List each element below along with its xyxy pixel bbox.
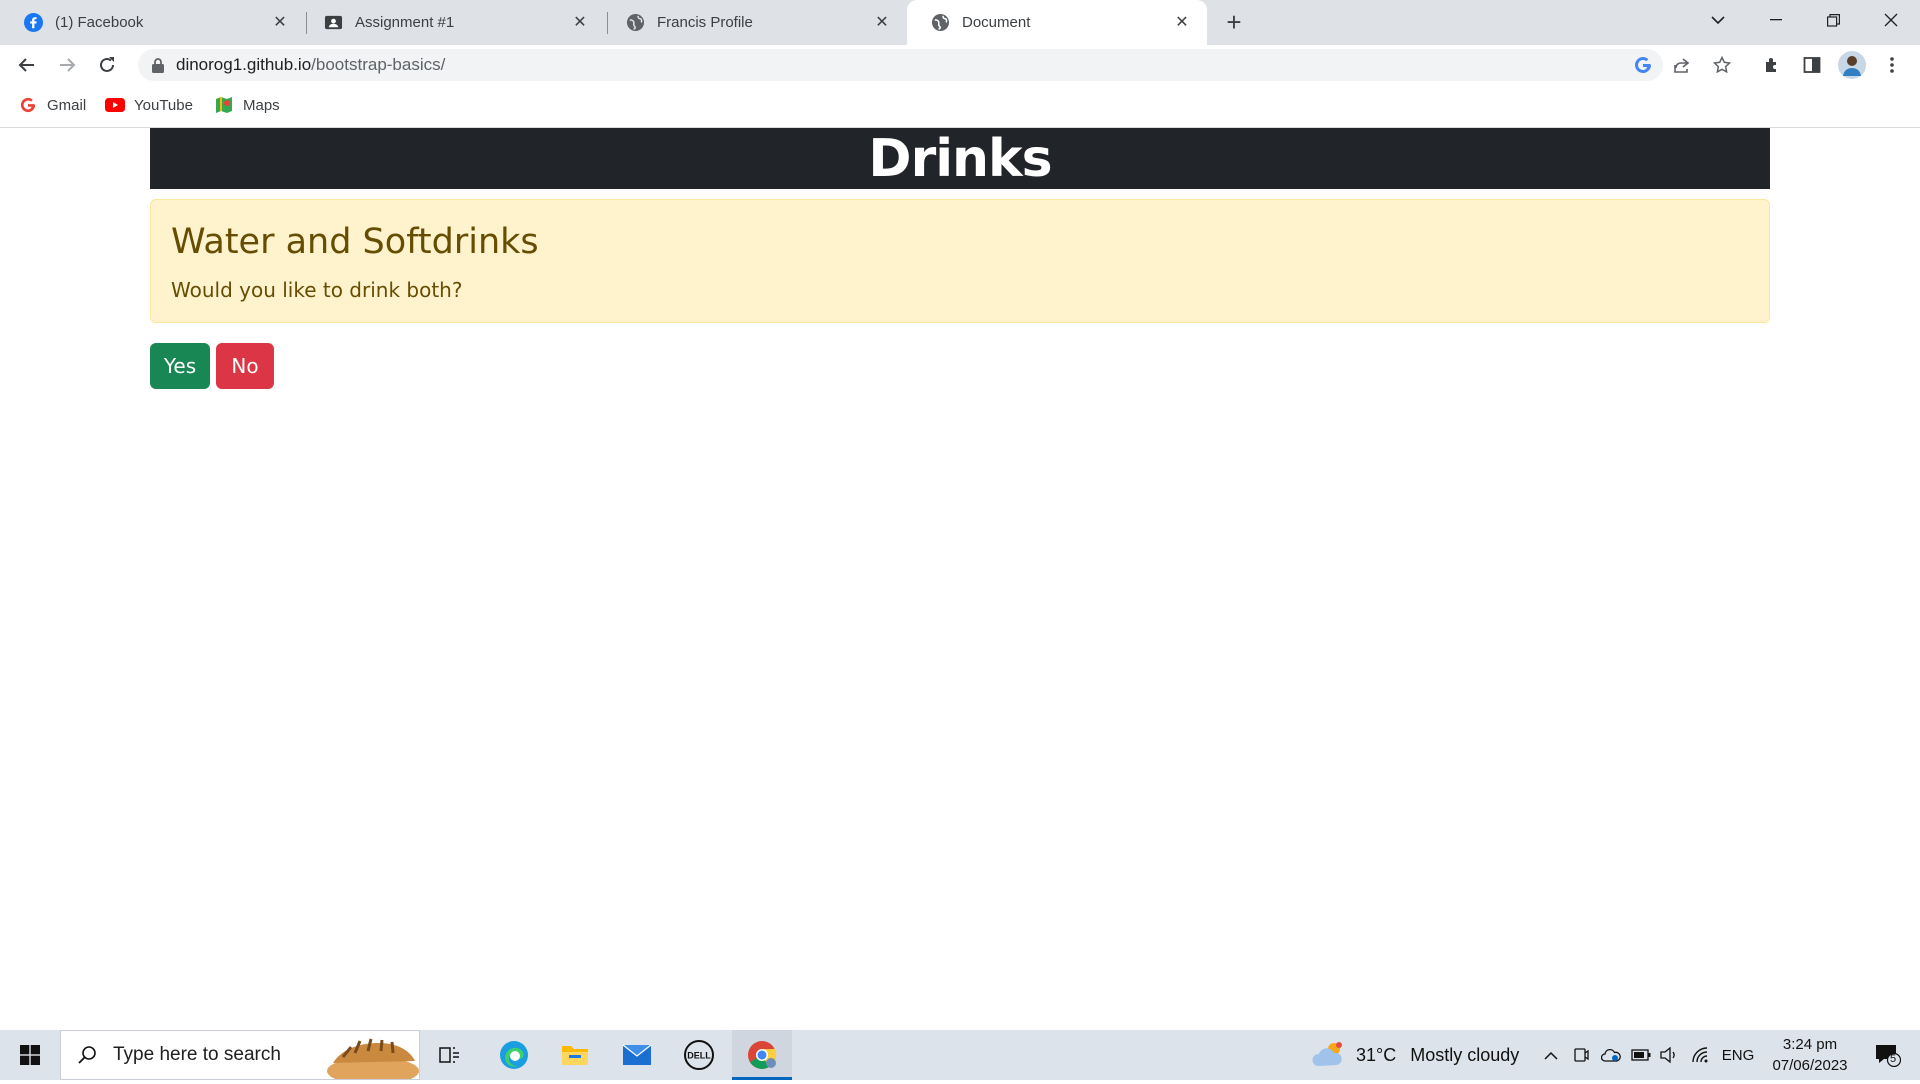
bookmark-label: YouTube xyxy=(134,96,193,114)
clock-date: 07/06/2023 xyxy=(1772,1057,1848,1074)
notification-center-button[interactable]: 5 xyxy=(1864,1030,1912,1080)
side-panel-icon[interactable] xyxy=(1796,49,1828,81)
tab-title: Francis Profile xyxy=(657,14,753,31)
file-explorer-icon[interactable] xyxy=(554,1030,596,1080)
menu-kebab-icon[interactable] xyxy=(1876,49,1908,81)
meet-now-icon[interactable] xyxy=(1568,1030,1594,1080)
bookmark-label: Gmail xyxy=(47,96,87,114)
bookmark-gmail[interactable]: Gmail xyxy=(18,95,86,115)
lock-icon[interactable] xyxy=(152,57,164,73)
page-header: Drinks xyxy=(150,128,1770,189)
profile-avatar[interactable] xyxy=(1836,49,1868,81)
restore-button[interactable] xyxy=(1810,0,1856,40)
facebook-icon xyxy=(24,13,43,32)
globe-icon xyxy=(931,13,950,32)
tab-assignment[interactable]: Assignment #1 ✕ xyxy=(300,0,605,45)
cloudy-weather-icon xyxy=(1312,1040,1346,1070)
weather-description: Mostly cloudy xyxy=(1410,1044,1520,1065)
close-icon[interactable]: ✕ xyxy=(569,11,591,33)
tab-document[interactable]: Document ✕ xyxy=(907,0,1207,45)
dell-icon[interactable]: DELL xyxy=(678,1030,720,1080)
tab-title: Document xyxy=(962,14,1031,31)
weather-widget[interactable]: 31°C Mostly cloudy xyxy=(1312,1030,1519,1080)
tab-title: Assignment #1 xyxy=(355,14,455,31)
bookmark-label: Maps xyxy=(243,96,280,114)
svg-text:DELL: DELL xyxy=(687,1051,711,1061)
page-title: Drinks xyxy=(868,128,1052,189)
forward-button[interactable] xyxy=(51,49,83,81)
onedrive-icon[interactable] xyxy=(1598,1030,1624,1080)
bookmark-youtube[interactable]: YouTube xyxy=(105,95,193,115)
reload-button[interactable] xyxy=(91,49,123,81)
extensions-icon[interactable] xyxy=(1756,49,1788,81)
clock-time: 3:24 pm xyxy=(1782,1036,1838,1053)
alert-text: Would you like to drink both? xyxy=(171,278,463,302)
taskbar-search-box[interactable]: Type here to search xyxy=(60,1030,420,1084)
no-button[interactable]: No xyxy=(216,343,274,389)
new-tab-button[interactable]: + xyxy=(1220,8,1248,36)
edge-icon[interactable] xyxy=(493,1030,535,1080)
maps-icon xyxy=(214,95,234,115)
yes-button[interactable]: Yes xyxy=(150,343,210,389)
notification-count: 5 xyxy=(1890,1053,1897,1065)
share-icon[interactable] xyxy=(1670,53,1694,77)
bookmark-star-icon[interactable] xyxy=(1710,53,1734,77)
globe-icon xyxy=(626,13,645,32)
search-highlight-image xyxy=(323,1033,419,1084)
alert-heading: Water and Softdrinks xyxy=(171,222,539,262)
tab-search-icon[interactable] xyxy=(1695,0,1741,40)
youtube-icon xyxy=(105,95,125,115)
classroom-icon xyxy=(324,13,343,32)
search-placeholder: Type here to search xyxy=(113,1044,281,1065)
address-bar[interactable]: dinorog1.github.io/bootstrap-basics/ xyxy=(138,49,1663,81)
alert-box: Water and Softdrinks Would you like to d… xyxy=(150,199,1770,323)
chevron-up-icon[interactable] xyxy=(1538,1030,1564,1080)
search-icon xyxy=(77,1045,97,1065)
tab-title: (1) Facebook xyxy=(55,14,144,31)
browser-toolbar: dinorog1.github.io/bootstrap-basics/ xyxy=(0,45,1920,85)
browser-chrome: (1) Facebook ✕ Assignment #1 ✕ Francis P… xyxy=(0,0,1920,128)
chrome-taskbar-icon[interactable] xyxy=(732,1030,792,1080)
close-icon[interactable]: ✕ xyxy=(871,11,893,33)
system-clock[interactable]: 3:24 pm 07/06/2023 xyxy=(1760,1034,1860,1076)
bookmark-maps[interactable]: Maps xyxy=(214,95,280,115)
url-text: dinorog1.github.io/bootstrap-basics/ xyxy=(176,55,446,74)
tab-francis-profile[interactable]: Francis Profile ✕ xyxy=(602,0,907,45)
battery-icon[interactable] xyxy=(1628,1030,1654,1080)
bookmarks-bar: Gmail YouTube Maps xyxy=(0,85,1920,128)
close-icon[interactable]: ✕ xyxy=(269,11,291,33)
start-button[interactable] xyxy=(6,1030,54,1080)
tab-strip: (1) Facebook ✕ Assignment #1 ✕ Francis P… xyxy=(0,0,1920,45)
task-view-icon[interactable] xyxy=(430,1030,470,1080)
back-button[interactable] xyxy=(11,49,43,81)
google-icon xyxy=(18,95,38,115)
volume-icon[interactable] xyxy=(1656,1030,1682,1080)
minimize-button[interactable] xyxy=(1753,0,1799,40)
web-page-content: Drinks Water and Softdrinks Would you li… xyxy=(0,128,1920,1030)
google-lens-icon[interactable] xyxy=(1631,53,1655,77)
close-icon[interactable]: ✕ xyxy=(1171,11,1193,33)
mail-icon[interactable] xyxy=(616,1030,658,1080)
close-window-button[interactable] xyxy=(1868,0,1914,40)
tab-facebook[interactable]: (1) Facebook ✕ xyxy=(0,0,305,45)
windows-taskbar: Type here to search DELL 31°C Mostly clo… xyxy=(0,1030,1920,1084)
language-indicator[interactable]: ENG xyxy=(1720,1030,1756,1080)
wifi-icon[interactable] xyxy=(1688,1030,1714,1080)
weather-temperature: 31°C xyxy=(1356,1044,1397,1065)
